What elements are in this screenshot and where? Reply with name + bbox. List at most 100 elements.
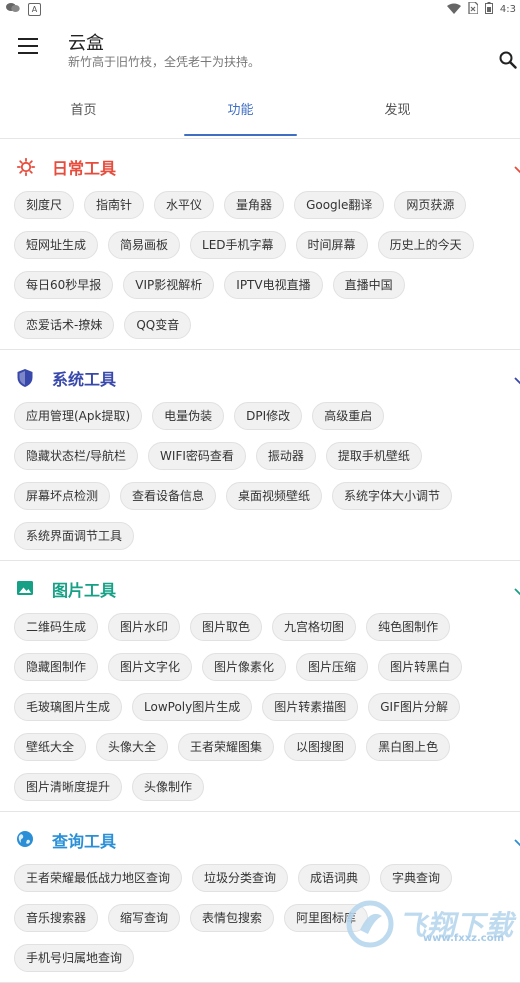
clock-text: 4:3 (499, 4, 516, 15)
tool-chip[interactable]: 查看设备信息 (120, 482, 217, 510)
app-subtitle: 新竹高于旧竹枝，全凭老干为扶持。 (68, 55, 261, 69)
tool-chip[interactable]: 系统界面调节工具 (14, 522, 135, 550)
tool-chip[interactable]: 系统字体大小调节 (332, 482, 453, 510)
tool-chip[interactable]: 指南针 (84, 191, 145, 219)
tool-chip[interactable]: 九宫格切图 (272, 613, 357, 641)
feature-list: 日常工具 刻度尺 指南针 水平仪 量角器 Google翻译 网页获源短网址生成 简易画板 LE… (0, 139, 520, 983)
tool-chip[interactable]: 图片转素描图 (262, 693, 359, 721)
status-bar: A 4:3 (0, 0, 520, 17)
section-header[interactable]: 系统工具 (14, 350, 520, 402)
tool-chip[interactable]: Google翻译 (294, 191, 385, 219)
section-image-tools: 图片工具 二维码生成 图片水印 图片取色 九宫格切图 纯色图制作 隐藏图制作 图片文字化 图片… (0, 561, 520, 812)
tool-chip[interactable]: 电量伪装 (152, 402, 225, 430)
tool-chip[interactable]: 应用管理(Apk提取) (14, 402, 143, 430)
tool-chip[interactable]: LED手机字幕 (190, 231, 286, 259)
tool-chip[interactable]: 隐藏图制作 (14, 653, 99, 681)
tool-chip[interactable]: 黑白图上色 (366, 733, 451, 761)
section-title: 查询工具 (52, 832, 117, 851)
wifi-icon (446, 3, 461, 17)
tool-chip[interactable]: 每日60秒早报 (14, 271, 114, 299)
tool-chip[interactable]: 屏幕坏点检测 (14, 482, 111, 510)
chevron-down-icon[interactable] (514, 370, 520, 389)
section-title: 系统工具 (52, 370, 117, 389)
chevron-down-icon[interactable] (514, 159, 520, 178)
search-icon[interactable] (499, 51, 517, 73)
tool-chip[interactable]: 图片转黑白 (378, 653, 463, 681)
watermark-logo-icon (346, 900, 394, 948)
section-header[interactable]: 图片工具 (14, 561, 520, 613)
tool-chip[interactable]: 刻度尺 (14, 191, 75, 219)
tool-chip[interactable]: 隐藏状态栏/导航栏 (14, 442, 139, 470)
tool-chip[interactable]: 手机号归属地查询 (14, 944, 135, 972)
tool-chip[interactable]: 图片压缩 (296, 653, 369, 681)
no-sim-icon (468, 1, 479, 17)
tool-chip[interactable]: 提取手机壁纸 (325, 442, 422, 470)
menu-icon[interactable] (18, 38, 38, 54)
tool-chip[interactable]: 简易画板 (108, 231, 181, 259)
tool-chip[interactable]: 字典查询 (380, 864, 453, 892)
sun-icon (16, 157, 36, 181)
tool-chip[interactable]: 头像大全 (96, 733, 169, 761)
app-letter-icon: A (28, 2, 41, 16)
tool-chip[interactable]: 短网址生成 (14, 231, 99, 259)
chevron-down-icon[interactable] (514, 832, 520, 851)
tool-chip[interactable]: 历史上的今天 (377, 231, 474, 259)
tool-chip[interactable]: 王者荣耀最低战力地区查询 (14, 864, 183, 892)
tool-chip-list: 应用管理(Apk提取) 电量伪装 DPI修改 高级重启隐藏状态栏/导航栏 WIFI密码查… (14, 402, 520, 550)
section-daily-tools: 日常工具 刻度尺 指南针 水平仪 量角器 Google翻译 网页获源短网址生成 简易画板 LE… (0, 139, 520, 350)
tool-chip[interactable]: 图片取色 (190, 613, 263, 641)
tool-chip[interactable]: 恋爱话术-撩妹 (14, 311, 115, 339)
tool-chip[interactable]: QQ变音 (124, 311, 192, 339)
tool-chip[interactable]: 成语词典 (298, 864, 371, 892)
watermark-logo: 飞翔下载 www.fxxz.com (346, 900, 514, 948)
globe-icon (16, 830, 34, 852)
tool-chip[interactable]: 图片水印 (108, 613, 181, 641)
watermark-url: www.fxxz.com (423, 933, 504, 944)
tool-chip[interactable]: 壁纸大全 (14, 733, 87, 761)
tool-chip[interactable]: 桌面视频壁纸 (226, 482, 323, 510)
tool-chip[interactable]: WIFI密码查看 (148, 442, 246, 470)
tab-home[interactable]: 首页 (5, 87, 162, 138)
tool-chip[interactable]: LowPoly图片生成 (132, 693, 253, 721)
chevron-down-icon[interactable] (514, 581, 520, 600)
wechat-icon (6, 2, 20, 16)
shield-icon (16, 368, 34, 392)
tool-chip[interactable]: 图片清晰度提升 (14, 773, 123, 801)
tool-chip-list: 二维码生成 图片水印 图片取色 九宫格切图 纯色图制作 隐藏图制作 图片文字化 图片像素化 图片… (14, 613, 520, 801)
tool-chip[interactable]: 王者荣耀图集 (178, 733, 275, 761)
tool-chip[interactable]: 以图搜图 (284, 733, 357, 761)
tool-chip[interactable]: 直播中国 (332, 271, 405, 299)
tool-chip[interactable]: VIP影视解析 (123, 271, 215, 299)
tool-chip[interactable]: DPI修改 (234, 402, 303, 430)
tab-bar: 首页 功能 发现 (0, 87, 520, 139)
tab-discover[interactable]: 发现 (319, 87, 476, 138)
app-bar: 云盒 新竹高于旧竹枝，全凭老干为扶持。 (0, 17, 520, 87)
battery-icon (484, 2, 493, 17)
section-system-tools: 系统工具 应用管理(Apk提取) 电量伪装 DPI修改 高级重启隐藏状态栏/导航栏 WI… (0, 350, 520, 561)
tool-chip[interactable]: 量角器 (224, 191, 285, 219)
tool-chip[interactable]: 头像制作 (132, 773, 205, 801)
tool-chip[interactable]: GIF图片分解 (368, 693, 460, 721)
tool-chip[interactable]: 毛玻璃图片生成 (14, 693, 123, 721)
tool-chip[interactable]: 纯色图制作 (366, 613, 451, 641)
section-header[interactable]: 查询工具 (14, 812, 520, 864)
section-title: 日常工具 (52, 159, 117, 178)
tab-features[interactable]: 功能 (162, 87, 319, 138)
tool-chip[interactable]: 表情包搜索 (190, 904, 275, 932)
tool-chip[interactable]: 高级重启 (312, 402, 385, 430)
section-header[interactable]: 日常工具 (14, 139, 520, 191)
tool-chip[interactable]: 缩写查询 (108, 904, 181, 932)
tool-chip[interactable]: 水平仪 (154, 191, 215, 219)
section-title: 图片工具 (52, 581, 117, 600)
section-query-tools: 查询工具 王者荣耀最低战力地区查询 垃圾分类查询 成语词典 字典查询音乐搜索器 缩写查询… (0, 812, 520, 983)
tool-chip[interactable]: 图片文字化 (108, 653, 193, 681)
tool-chip[interactable]: 图片像素化 (202, 653, 287, 681)
tool-chip[interactable]: IPTV电视直播 (224, 271, 323, 299)
tool-chip-list: 刻度尺 指南针 水平仪 量角器 Google翻译 网页获源短网址生成 简易画板 LED手机字幕… (14, 191, 520, 339)
tool-chip[interactable]: 振动器 (255, 442, 316, 470)
tool-chip[interactable]: 音乐搜索器 (14, 904, 99, 932)
tool-chip[interactable]: 二维码生成 (14, 613, 99, 641)
tool-chip[interactable]: 网页获源 (394, 191, 467, 219)
tool-chip[interactable]: 时间屏幕 (295, 231, 368, 259)
tool-chip[interactable]: 垃圾分类查询 (192, 864, 289, 892)
